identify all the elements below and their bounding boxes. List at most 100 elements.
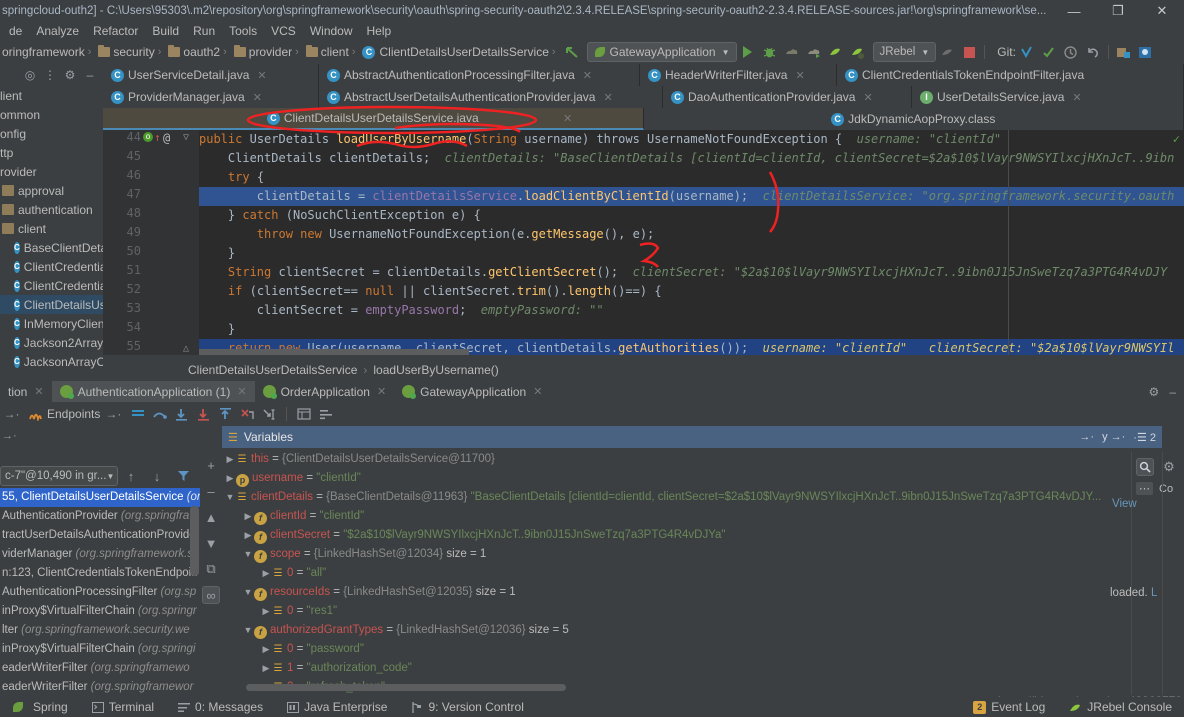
- menu-help[interactable]: Help: [360, 22, 399, 40]
- chevron-right-icon[interactable]: ▶: [242, 526, 254, 545]
- frame-row[interactable]: inProxy$VirtualFilterChain (org.springr: [0, 602, 200, 621]
- variable-row[interactable]: ▶ ☰ 1 = "authorization_code": [222, 659, 1132, 678]
- tree-item[interactable]: CJacksonArrayOrS: [0, 352, 103, 371]
- step-out-icon[interactable]: [216, 405, 235, 424]
- settings-layout-icon[interactable]: [316, 405, 335, 424]
- frames-scrollbar[interactable]: [190, 506, 199, 576]
- breadcrumb-provider[interactable]: provider ›: [232, 45, 304, 59]
- inspection-ok-icon[interactable]: ✓: [1173, 132, 1180, 146]
- breadcrumb-oauth2[interactable]: oauth2 ›: [166, 45, 231, 59]
- more-icon[interactable]: ⋯: [1136, 482, 1153, 495]
- tree-item[interactable]: approval: [0, 181, 103, 200]
- breadcrumb-security[interactable]: security ›: [96, 45, 166, 59]
- frame-up-icon[interactable]: ↑: [122, 467, 140, 485]
- debug-tab-partial[interactable]: tion ✕: [0, 381, 52, 402]
- debug-tab-orderapplication[interactable]: OrderApplication ✕: [255, 381, 395, 402]
- inspect-icon[interactable]: ∞: [202, 586, 220, 604]
- run-configuration-selector[interactable]: GatewayApplication ▼: [586, 42, 737, 62]
- project-structure-icon[interactable]: [1114, 42, 1134, 62]
- project-tool-window[interactable]: ◎ ⋮ ⚙ – lient ommon onfig ttp rovider approva…: [0, 64, 103, 375]
- chevron-right-icon[interactable]: ▶: [260, 602, 272, 621]
- menu-window[interactable]: Window: [303, 22, 360, 40]
- move-up-icon[interactable]: ▲: [202, 508, 220, 526]
- close-icon[interactable]: ✕: [1072, 91, 1081, 104]
- menu-vcs[interactable]: VCS: [264, 22, 303, 40]
- search-everywhere-icon[interactable]: [1136, 42, 1156, 62]
- close-icon[interactable]: ✕: [377, 385, 386, 398]
- variable-row[interactable]: ▶ f clientId = "clientId": [222, 507, 1132, 526]
- menu-build[interactable]: Build: [145, 22, 186, 40]
- close-icon[interactable]: ✕: [257, 69, 266, 82]
- hide-panel-icon[interactable]: –: [83, 68, 97, 82]
- tab-clientdetailsuserdetailsservice[interactable]: C ClientDetailsUserDetailsService.java ✕: [103, 108, 644, 130]
- status-jrebel-console[interactable]: JRebel Console: [1057, 700, 1184, 714]
- editor-gutter[interactable]: 44454647484950515253545556 o ↑ @ ▽ △: [103, 130, 199, 355]
- override-icon[interactable]: @: [163, 131, 170, 145]
- close-icon[interactable]: ✕: [603, 91, 612, 104]
- breadcrumb-springframework[interactable]: oringframework ›: [0, 45, 96, 59]
- back-arrow-icon[interactable]: [562, 42, 582, 62]
- frame-row[interactable]: eaderWriterFilter (org.springframewor: [0, 678, 200, 695]
- menu-tools[interactable]: Tools: [222, 22, 264, 40]
- variable-row[interactable]: ▶ ☰ 0 = "res1": [222, 602, 1132, 621]
- debug-button[interactable]: [760, 42, 780, 62]
- code-line[interactable]: clientDetails = clientDetailsService.loa…: [199, 187, 1184, 206]
- tree-item[interactable]: CJackson2ArrayOr: [0, 333, 103, 352]
- debug-tab-authenticationapplication[interactable]: AuthenticationApplication (1) ✕: [51, 381, 255, 402]
- breakpoint-icon[interactable]: o: [143, 132, 153, 142]
- remove-watch-icon[interactable]: –: [202, 482, 220, 500]
- menu-code[interactable]: de: [2, 22, 29, 40]
- show-execution-point-icon[interactable]: →·: [2, 405, 21, 424]
- git-revert-icon[interactable]: [1083, 42, 1103, 62]
- variable-row[interactable]: ▶ ☰ this = {ClientDetailsUserDetailsServic…: [222, 450, 1132, 469]
- endpoints-button[interactable]: Endpoints →·: [24, 407, 125, 421]
- close-icon[interactable]: ✕: [583, 69, 592, 82]
- project-tree[interactable]: lient ommon onfig ttp rovider approval authent…: [0, 86, 103, 371]
- chevron-right-icon[interactable]: ▶: [224, 450, 236, 469]
- breadcrumb-client[interactable]: client ›: [304, 45, 361, 59]
- mute-breakpoints-icon[interactable]: [128, 405, 147, 424]
- loaded-link[interactable]: L: [1151, 587, 1157, 599]
- status-java-enterprise[interactable]: Java Enterprise: [275, 700, 399, 714]
- frame-down-icon[interactable]: ↓: [148, 467, 166, 485]
- search-icon[interactable]: [1136, 458, 1154, 476]
- frames-list[interactable]: 55, ClientDetailsUserDetailsService (or A…: [0, 488, 200, 695]
- watches-icon[interactable]: y →·: [1102, 431, 1125, 444]
- code-line[interactable]: }: [199, 244, 1184, 263]
- frame-row[interactable]: 55, ClientDetailsUserDetailsService (or: [0, 488, 200, 507]
- attach-debugger-icon[interactable]: [937, 42, 957, 62]
- status-version-control[interactable]: 9: Version Control: [399, 700, 535, 714]
- minimize-button[interactable]: —: [1052, 0, 1096, 22]
- add-watch-icon[interactable]: +: [202, 456, 220, 474]
- tree-item[interactable]: onfig: [0, 124, 103, 143]
- run-button[interactable]: [738, 42, 758, 62]
- fold-region-end-icon[interactable]: △: [183, 343, 189, 354]
- fold-region-icon[interactable]: ▽: [183, 132, 189, 143]
- code-lines[interactable]: public UserDetails loadUserByUsername(St…: [199, 130, 1184, 355]
- close-icon[interactable]: ✕: [253, 91, 262, 104]
- close-icon[interactable]: ✕: [533, 385, 542, 398]
- variable-row[interactable]: ▼ f scope = {LinkedHashSet@12034} size = 1: [222, 545, 1132, 564]
- chevron-down-icon[interactable]: ▼: [224, 488, 236, 507]
- frame-row[interactable]: eaderWriterFilter (org.springframewo: [0, 659, 200, 678]
- menu-analyze[interactable]: Analyze: [29, 22, 86, 40]
- frame-row[interactable]: AuthenticationProcessingFilter (org.sp: [0, 583, 200, 602]
- console-divider[interactable]: [1162, 452, 1163, 695]
- editor-breadcrumb[interactable]: ClientDetailsUserDetailsService › loadUs…: [103, 360, 1184, 380]
- copy-value-icon[interactable]: ⧉: [202, 560, 220, 578]
- tree-item[interactable]: client: [0, 219, 103, 238]
- variable-row[interactable]: ▼ f authorizedGrantTypes = {LinkedHashSet@…: [222, 621, 1132, 640]
- code-line[interactable]: clientSecret = emptyPassword; emptyPassw…: [199, 301, 1184, 320]
- code-line[interactable]: }: [199, 320, 1184, 339]
- status-spring[interactable]: Spring: [0, 700, 80, 714]
- close-icon[interactable]: ✕: [795, 69, 804, 82]
- status-terminal[interactable]: Terminal: [80, 700, 166, 714]
- evaluate-expression-icon[interactable]: [294, 405, 313, 424]
- code-line[interactable]: } catch (NoSuchClientException e) {: [199, 206, 1184, 225]
- editor-hscrollbar[interactable]: [199, 349, 469, 355]
- target-icon[interactable]: ◎: [23, 68, 37, 82]
- frame-row[interactable]: lter (org.springframework.security.we: [0, 621, 200, 640]
- stop-button[interactable]: [959, 42, 979, 62]
- chevron-down-icon[interactable]: ▼: [242, 545, 254, 564]
- tree-item[interactable]: rovider: [0, 162, 103, 181]
